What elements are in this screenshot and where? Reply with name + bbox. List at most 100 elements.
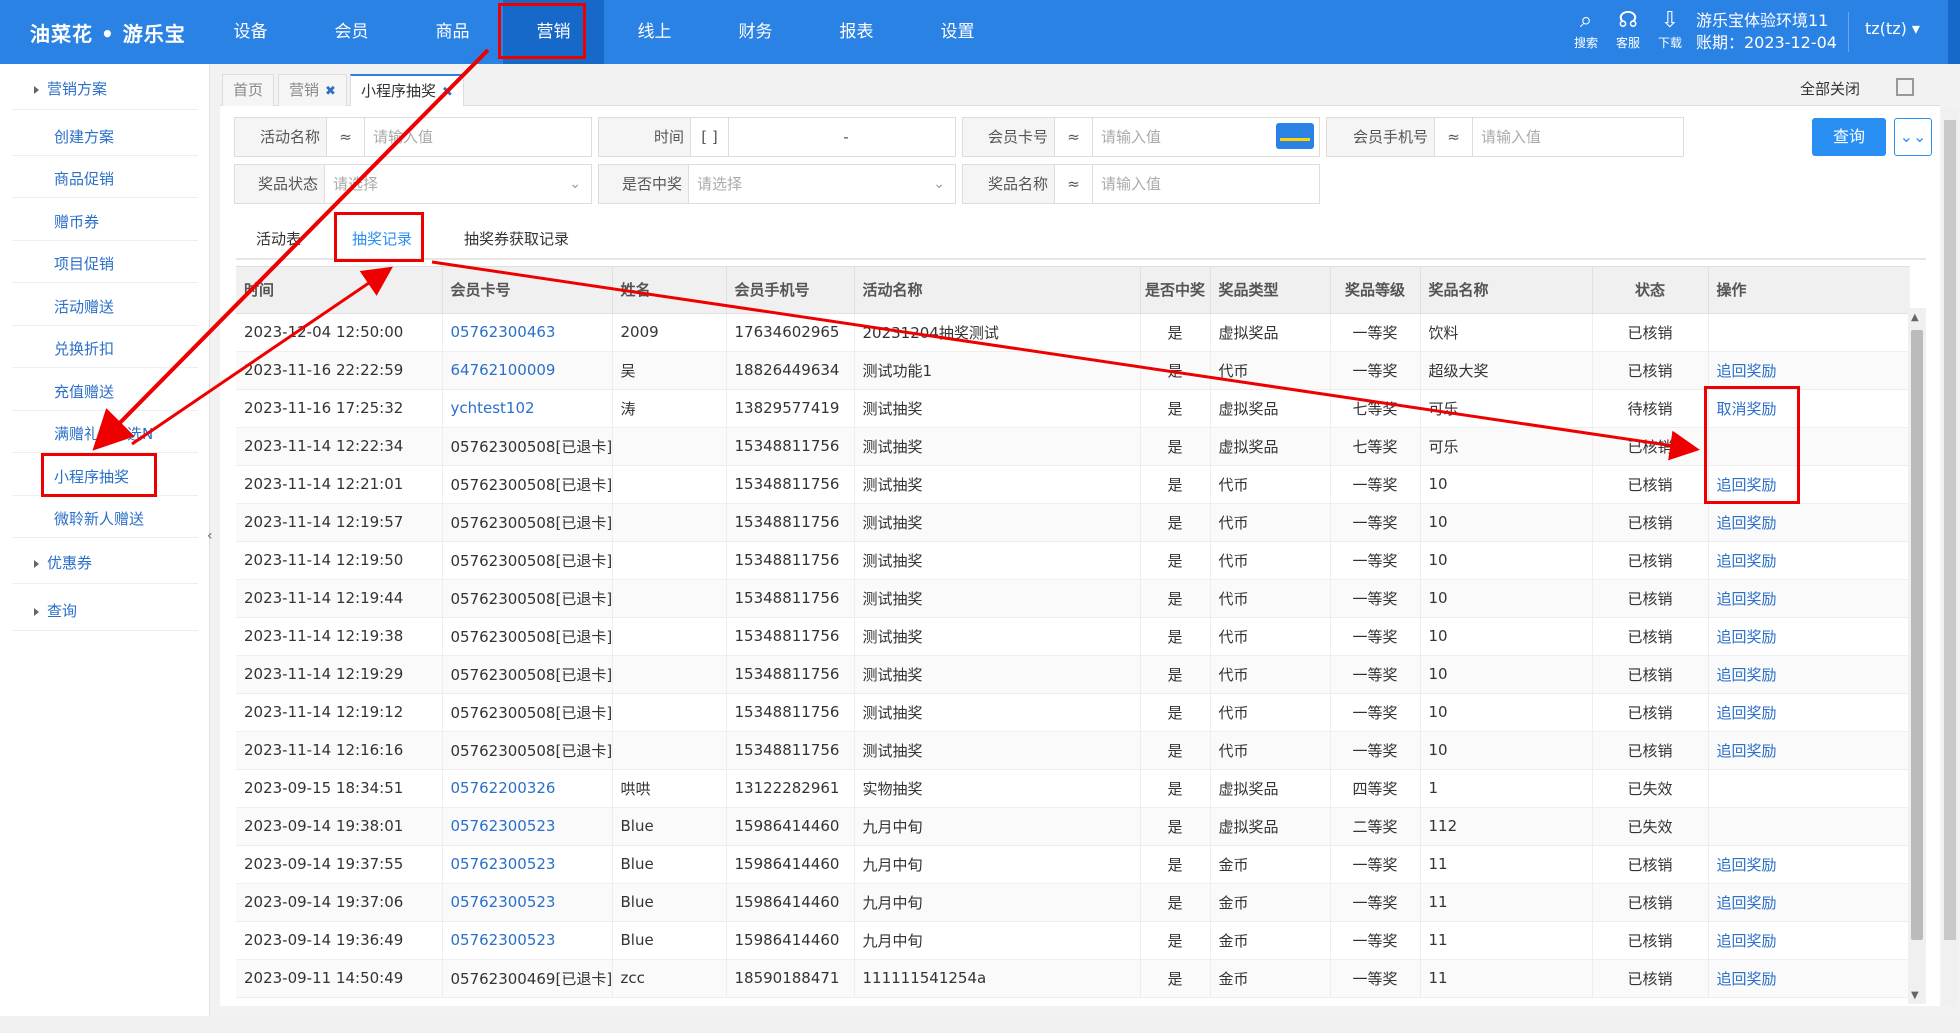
member-card-link[interactable]: 64762100009 <box>442 351 613 390</box>
nav-goods[interactable]: 商品 <box>402 0 503 64</box>
close-all-tabs-button[interactable]: 全部关闭 <box>1800 78 1860 99</box>
column-header[interactable]: 状态 <box>1592 267 1709 314</box>
table-row[interactable]: 2023-11-14 12:19:29 05762300508[已退卡] 15348… <box>236 655 1910 694</box>
table-row[interactable]: 2023-11-14 12:16:16 05762300508[已退卡] 15348… <box>236 731 1910 770</box>
scroll-up-icon[interactable]: ▲ <box>1911 312 1919 323</box>
member-card-link[interactable]: 05762300523 <box>442 883 613 922</box>
sidebar-item-create-plan[interactable]: 创建方案 <box>54 126 114 147</box>
column-header[interactable]: 会员卡号 <box>442 267 613 314</box>
tab-mini-program-lottery[interactable]: 小程序抽奖 ✖ <box>350 74 464 106</box>
table-row[interactable]: 2023-11-14 12:21:01 05762300508[已退卡] 15348… <box>236 465 1910 504</box>
time-range-input[interactable]: - <box>729 118 955 156</box>
card-reader-icon[interactable] <box>1276 123 1314 149</box>
column-header[interactable]: 姓名 <box>612 267 727 314</box>
member-card-link[interactable]: 05762300523 <box>442 845 613 884</box>
row-action-link[interactable]: 追回奖励 <box>1708 579 1910 618</box>
column-header[interactable]: 时间 <box>236 267 443 314</box>
range-operator[interactable]: [ ] <box>691 118 729 156</box>
column-header[interactable]: 奖品名称 <box>1420 267 1593 314</box>
row-action-link[interactable]: 追回奖励 <box>1708 883 1910 922</box>
table-row[interactable]: 2023-09-14 19:37:06 05762300523 Blue 159864… <box>236 883 1910 922</box>
page-scrollbar[interactable] <box>1942 108 1958 1006</box>
row-action-link[interactable]: 追回奖励 <box>1708 351 1910 390</box>
search-button[interactable]: ⌕ 搜索 <box>1566 8 1606 51</box>
row-action-link[interactable]: 追回奖励 <box>1708 655 1910 694</box>
is-winning-select[interactable]: 请选择 ⌄ <box>689 165 955 203</box>
sidebar-item-goods-promo[interactable]: 商品促销 <box>54 168 114 189</box>
support-button[interactable]: ☊ 客服 <box>1608 8 1648 51</box>
query-button[interactable]: 查询 <box>1812 118 1886 156</box>
sidebar-item-activity-gift[interactable]: 活动赠送 <box>54 296 114 317</box>
scroll-down-icon[interactable]: ▼ <box>1911 990 1919 1001</box>
sidebar-item-recharge-gift[interactable]: 充值赠送 <box>54 381 114 402</box>
close-icon[interactable]: ✖ <box>442 85 453 100</box>
member-card-link[interactable]: 05762300523 <box>442 807 613 846</box>
user-menu[interactable]: tz(tz) ▾ <box>1865 19 1920 38</box>
page-scroll-thumb[interactable] <box>1944 120 1956 940</box>
table-row[interactable]: 2023-12-04 12:50:00 05762300463 2009 176346… <box>236 313 1910 352</box>
sidebar-item-coin-coupon[interactable]: 赠币券 <box>54 211 99 232</box>
column-header[interactable]: 奖品等级 <box>1330 267 1421 314</box>
row-action-link[interactable]: 追回奖励 <box>1708 541 1910 580</box>
table-row[interactable]: 2023-09-14 19:38:01 05762300523 Blue 159864… <box>236 807 1910 846</box>
prize-status-select[interactable]: 请选择 ⌄ <box>325 165 591 203</box>
member-card-link[interactable]: 05762300463 <box>442 313 613 352</box>
nav-online[interactable]: 线上 <box>604 0 705 64</box>
row-action-link[interactable]: 追回奖励 <box>1708 959 1910 998</box>
column-header[interactable]: 奖品类型 <box>1210 267 1331 314</box>
sidebar-group-coupon[interactable]: 优惠券 <box>34 552 92 573</box>
prize-name-input[interactable]: 请输入值 <box>1093 165 1319 203</box>
table-row[interactable]: 2023-11-14 12:19:50 05762300508[已退卡] 15348… <box>236 541 1910 580</box>
row-action-link[interactable]: 追回奖励 <box>1708 921 1910 960</box>
table-row[interactable]: 2023-11-14 12:22:34 05762300508[已退卡] 15348… <box>236 427 1910 466</box>
column-header[interactable]: 是否中奖 <box>1140 267 1211 314</box>
nav-member[interactable]: 会员 <box>301 0 402 64</box>
sidebar-group-query[interactable]: 查询 <box>34 600 77 621</box>
close-icon[interactable]: ✖ <box>325 84 336 99</box>
nav-report[interactable]: 报表 <box>806 0 907 64</box>
row-action-link[interactable]: 追回奖励 <box>1708 503 1910 542</box>
sidebar-collapse-icon[interactable]: ‹ <box>207 528 221 548</box>
member-card-link[interactable]: ychtest102 <box>442 389 613 428</box>
row-action-link[interactable]: 追回奖励 <box>1708 845 1910 884</box>
member-card-link[interactable]: 05762300523 <box>442 921 613 960</box>
match-operator[interactable]: ≈ <box>1055 118 1093 156</box>
match-operator[interactable]: ≈ <box>1055 165 1093 203</box>
table-row[interactable]: 2023-11-16 22:22:59 64762100009 吴 188264496… <box>236 351 1910 390</box>
subtab-activity-table[interactable]: 活动表 <box>256 228 301 249</box>
fullscreen-icon[interactable] <box>1896 78 1914 96</box>
row-action-link[interactable]: 追回奖励 <box>1708 693 1910 732</box>
member-card-link[interactable]: 05762200326 <box>442 769 613 808</box>
table-row[interactable]: 2023-11-14 12:19:57 05762300508[已退卡] 15348… <box>236 503 1910 542</box>
column-header[interactable]: 操作 <box>1708 267 1910 314</box>
activity-name-input[interactable]: 请输入值 <box>365 118 591 156</box>
sidebar-item-full-gift[interactable]: 满赠礼品M选N <box>54 423 153 444</box>
nav-finance[interactable]: 财务 <box>705 0 806 64</box>
nav-settings[interactable]: 设置 <box>907 0 1008 64</box>
scroll-thumb[interactable] <box>1911 330 1923 940</box>
table-row[interactable]: 2023-11-16 17:25:32 ychtest102 涛 1382957741… <box>236 389 1910 428</box>
column-header[interactable]: 会员手机号 <box>726 267 855 314</box>
table-row[interactable]: 2023-11-14 12:19:44 05762300508[已退卡] 15348… <box>236 579 1910 618</box>
tab-home[interactable]: 首页 <box>222 74 275 106</box>
sidebar-item-new-user-gift[interactable]: 微聆新人赠送 <box>54 508 144 529</box>
horizontal-scrollbar[interactable] <box>0 1016 1960 1033</box>
match-operator[interactable]: ≈ <box>1435 118 1473 156</box>
phone-input[interactable]: 请输入值 <box>1473 118 1683 156</box>
sidebar-item-project-promo[interactable]: 项目促销 <box>54 253 114 274</box>
table-row[interactable]: 2023-09-11 14:50:49 05762300469[已退卡] zcc 18… <box>236 959 1910 998</box>
nav-device[interactable]: 设备 <box>200 0 301 64</box>
tab-marketing[interactable]: 营销 ✖ <box>278 74 347 106</box>
column-header[interactable]: 活动名称 <box>854 267 1141 314</box>
table-scrollbar[interactable]: ▲ ▼ <box>1908 308 1926 1004</box>
match-operator[interactable]: ≈ <box>327 118 365 156</box>
download-button[interactable]: ⇩ 下载 <box>1650 8 1690 51</box>
table-row[interactable]: 2023-11-14 12:19:38 05762300508[已退卡] 15348… <box>236 617 1910 656</box>
table-row[interactable]: 2023-09-14 19:37:55 05762300523 Blue 159864… <box>236 845 1910 884</box>
table-row[interactable]: 2023-09-15 18:34:51 05762200326 哄哄 13122282… <box>236 769 1910 808</box>
expand-filters-icon[interactable]: ⌄⌄ <box>1894 118 1932 156</box>
table-row[interactable]: 2023-09-14 19:36:49 05762300523 Blue 159864… <box>236 921 1910 960</box>
sidebar-group-marketing-plan[interactable]: 营销方案 <box>34 78 107 99</box>
table-row[interactable]: 2023-11-14 12:19:12 05762300508[已退卡] 15348… <box>236 693 1910 732</box>
row-action-link[interactable]: 追回奖励 <box>1708 731 1910 770</box>
